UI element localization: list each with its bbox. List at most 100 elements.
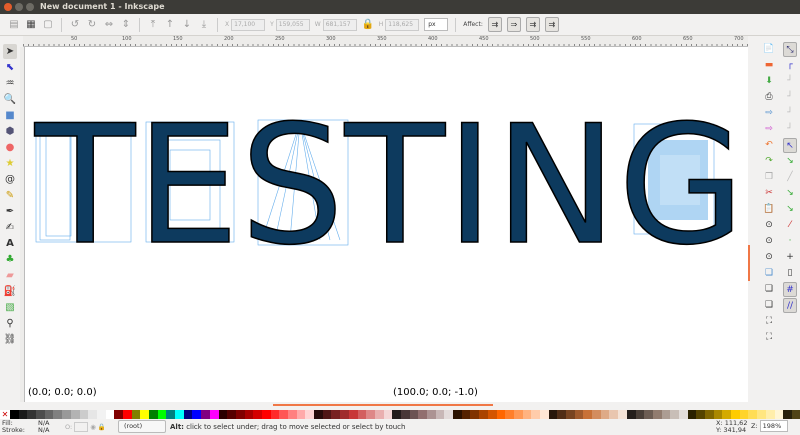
transform-patterns-toggle[interactable]: ⇉ (544, 17, 559, 32)
flip-vertical-icon[interactable]: ⇕ (120, 19, 132, 31)
color-swatch[interactable] (209, 410, 219, 419)
open-icon[interactable]: ▬ (762, 58, 776, 73)
color-swatch[interactable] (348, 410, 358, 419)
ungroup-icon[interactable]: ⛶ (762, 330, 776, 345)
color-swatch[interactable] (279, 410, 288, 419)
drawing-canvas[interactable]: TESTING (0.0; 0.0; 0.0) (100.0; 0.0; -1.… (25, 47, 748, 402)
x-input[interactable]: 17,100 (231, 18, 266, 31)
rotate-ccw-icon[interactable]: ↺ (69, 19, 81, 31)
color-swatch[interactable] (427, 410, 436, 419)
color-swatch[interactable] (791, 410, 800, 419)
pen-tool-icon[interactable]: ✒ (3, 204, 17, 219)
color-swatch[interactable] (618, 410, 627, 419)
rotate-cw-icon[interactable]: ↻ (86, 19, 98, 31)
color-swatch[interactable] (722, 410, 732, 419)
snap-bbox-icon[interactable]: ┌ (783, 58, 797, 73)
color-swatch[interactable] (696, 410, 705, 419)
color-swatch[interactable] (114, 410, 123, 419)
color-swatch[interactable] (635, 410, 645, 419)
stroke-value[interactable]: N/A (38, 427, 50, 434)
snap-grid-icon[interactable]: # (783, 282, 797, 297)
scale-stroke-toggle[interactable]: ⇉ (487, 17, 502, 32)
color-swatch[interactable] (105, 410, 115, 419)
color-swatch[interactable] (175, 410, 184, 419)
color-swatch[interactable] (678, 410, 688, 419)
color-swatch[interactable] (322, 410, 332, 419)
3d-box-tool-icon[interactable]: ⬢ (3, 124, 17, 139)
color-swatch[interactable] (739, 410, 749, 419)
opacity-input[interactable] (74, 422, 89, 432)
dropper-tool-icon[interactable]: ⚲ (3, 316, 17, 331)
color-swatch[interactable] (296, 410, 306, 419)
color-swatch[interactable] (357, 410, 367, 419)
snap-rotation-center-icon[interactable]: + (783, 250, 797, 265)
snap-enable-icon[interactable]: ⤡ (783, 42, 797, 57)
color-swatch[interactable] (88, 410, 97, 419)
color-swatch[interactable] (505, 410, 514, 419)
color-swatch[interactable] (652, 410, 662, 419)
export-icon[interactable]: ⇨ (762, 122, 776, 137)
color-swatch[interactable] (557, 410, 566, 419)
group-icon[interactable]: ⛶ (762, 314, 776, 329)
snap-intersections-icon[interactable]: ╱ (783, 170, 797, 185)
snap-bbox-edges-icon[interactable]: ┘ (783, 74, 797, 89)
color-swatch[interactable] (149, 410, 158, 419)
color-swatch[interactable] (374, 410, 384, 419)
color-swatch[interactable] (487, 410, 497, 419)
visibility-icon[interactable]: ◉ (90, 423, 96, 431)
raise-icon[interactable]: ↑ (164, 19, 176, 31)
text-tool-icon[interactable]: A (3, 236, 17, 251)
duplicate-icon[interactable]: ❏ (762, 266, 776, 281)
tweak-tool-icon[interactable]: ♒ (3, 76, 17, 91)
color-swatch[interactable] (479, 410, 488, 419)
color-swatch[interactable] (548, 410, 558, 419)
lock-layer-icon[interactable]: 🔒 (98, 423, 106, 431)
color-swatch[interactable] (783, 410, 792, 419)
color-swatch[interactable] (418, 410, 427, 419)
color-swatch[interactable] (574, 410, 584, 419)
color-swatch[interactable] (340, 410, 349, 419)
ellipse-tool-icon[interactable]: ● (3, 140, 17, 155)
color-swatch[interactable] (496, 410, 506, 419)
snap-centers-icon[interactable]: · (783, 234, 797, 249)
color-swatch[interactable] (531, 410, 540, 419)
import-icon[interactable]: ⇨ (762, 106, 776, 121)
color-swatch[interactable] (192, 410, 202, 419)
layer-select[interactable]: (root) (118, 420, 166, 433)
color-swatch[interactable] (140, 410, 149, 419)
color-swatch[interactable] (253, 410, 262, 419)
raise-to-top-icon[interactable]: ⤒ (147, 19, 159, 31)
color-swatch[interactable] (687, 410, 697, 419)
rectangle-tool-icon[interactable]: ■ (3, 108, 17, 123)
maximize-window-button[interactable] (26, 3, 34, 11)
color-swatch[interactable] (592, 410, 601, 419)
snap-bbox-centers-icon[interactable]: ┘ (783, 122, 797, 137)
spray-tool-icon[interactable]: ♣ (3, 252, 17, 267)
color-swatch[interactable] (539, 410, 549, 419)
snap-bbox-corners-icon[interactable]: ┘ (783, 90, 797, 105)
color-swatch[interactable] (757, 410, 766, 419)
color-swatch[interactable] (157, 410, 167, 419)
color-swatch[interactable] (96, 410, 106, 419)
zoom-tool-icon[interactable]: 🔍 (3, 92, 17, 107)
color-swatch[interactable] (44, 410, 54, 419)
lock-icon[interactable]: 🔒 (362, 19, 374, 31)
color-swatch[interactable] (661, 410, 671, 419)
unit-select[interactable]: px (424, 18, 449, 31)
color-swatch[interactable] (566, 410, 575, 419)
color-swatch[interactable] (409, 410, 419, 419)
close-window-button[interactable] (4, 3, 12, 11)
color-swatch[interactable] (400, 410, 410, 419)
color-swatch[interactable] (183, 410, 193, 419)
color-swatch[interactable] (626, 410, 636, 419)
color-swatch[interactable] (644, 410, 653, 419)
zoom-page-icon[interactable]: ⊙ (762, 250, 776, 265)
paste-icon[interactable]: 📋 (762, 202, 776, 217)
lower-icon[interactable]: ↓ (181, 19, 193, 31)
no-paint-swatch[interactable]: ✕ (0, 410, 10, 419)
color-swatch[interactable] (600, 410, 610, 419)
color-swatch[interactable] (244, 410, 254, 419)
color-swatch[interactable] (131, 410, 141, 419)
paint-bucket-tool-icon[interactable]: ⛽ (3, 284, 17, 299)
spiral-tool-icon[interactable]: @ (3, 172, 17, 187)
